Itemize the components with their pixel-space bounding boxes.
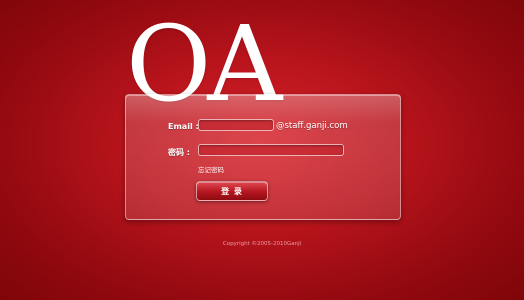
forgot-password-link[interactable]: 忘记密码: [198, 164, 224, 174]
login-button[interactable]: 登 录: [196, 181, 268, 201]
copyright-text: Copyright ©2005-2010Ganji: [222, 241, 302, 247]
email-field[interactable]: [198, 119, 274, 131]
email-domain-suffix: @staff.ganji.com: [276, 121, 348, 131]
login-panel: Email : @staff.ganji.com 密码 : 忘记密码 登 录: [125, 94, 401, 220]
password-field[interactable]: [198, 144, 344, 156]
email-label: Email :: [168, 122, 199, 131]
password-label: 密码 :: [168, 148, 190, 157]
